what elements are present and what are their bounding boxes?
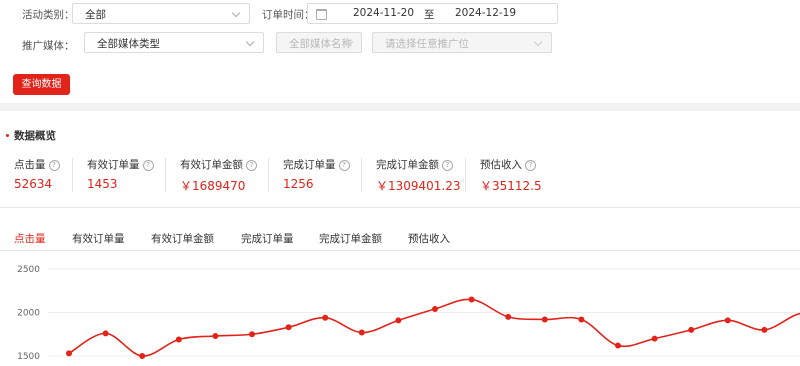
chevron-down-icon (245, 37, 255, 47)
overview-divider (0, 207, 800, 208)
chevron-down-icon (533, 37, 543, 47)
date-end[interactable]: 2024-12-19 (455, 7, 516, 19)
stat-clicks: 点击量? 52634 (14, 157, 60, 191)
title-bullet-icon (6, 134, 9, 137)
stat-completed-order-amount: 完成订单金额? ￥1309401.23 (376, 157, 461, 194)
stat-completed-orders: 完成订单量? 1256 (283, 157, 350, 191)
help-icon[interactable]: ? (246, 160, 257, 171)
stat-estimated-income: 预估收入? ￥35112.5 (480, 157, 542, 194)
activity-type-label: 活动类别： (22, 9, 75, 21)
stat-value: 52634 (14, 177, 53, 191)
data-point[interactable] (432, 306, 438, 313)
stat-value: 1256 (283, 177, 314, 191)
stat-value: ￥1689470 (180, 179, 246, 193)
overview-title: 数据概览 (14, 130, 56, 142)
promo-slot-select[interactable]: 请选择任意推广位 (372, 32, 552, 53)
data-point[interactable] (322, 314, 329, 321)
tab-valid-orders[interactable]: 有效订单量 (72, 231, 125, 246)
stat-label: 点击量 (14, 159, 46, 171)
stat-separator (268, 158, 269, 192)
tab-clicks[interactable]: 点击量 (14, 231, 46, 246)
help-icon[interactable]: ? (442, 160, 453, 171)
data-point[interactable] (285, 324, 292, 331)
stat-separator (165, 158, 166, 192)
media-type-value: 全部媒体类型 (97, 38, 160, 50)
promo-slot-placeholder: 请选择任意推广位 (385, 38, 469, 50)
stat-value: 1453 (87, 177, 118, 191)
data-point[interactable] (249, 331, 255, 338)
data-point[interactable] (175, 336, 182, 343)
stat-valid-order-amount: 有效订单金额? ￥1689470 (180, 157, 257, 194)
media-type-select[interactable]: 全部媒体类型 (84, 32, 264, 53)
stat-value: ￥1309401.23 (376, 179, 461, 193)
data-point[interactable] (724, 317, 731, 324)
stat-label: 有效订单量 (87, 159, 140, 171)
stat-label: 完成订单金额 (376, 159, 439, 171)
media-name-value: 全部媒体名称 (289, 38, 352, 50)
media-label: 推广媒体： (22, 40, 75, 52)
data-point[interactable] (468, 296, 475, 303)
chevron-down-icon (231, 8, 241, 18)
stat-separator (465, 158, 466, 192)
activity-type-value: 全部 (85, 9, 106, 21)
query-button[interactable]: 查询数据 (13, 74, 70, 95)
y-tick-label: 1500 (17, 352, 40, 362)
data-point[interactable] (395, 317, 402, 324)
stat-separator (72, 158, 73, 192)
data-point[interactable] (615, 342, 621, 349)
calendar-icon (316, 9, 327, 20)
media-name-select[interactable]: 全部媒体名称 (276, 32, 362, 53)
stat-separator (361, 158, 362, 192)
stat-label: 预估收入 (480, 159, 522, 171)
data-point[interactable] (578, 316, 585, 323)
data-point[interactable] (66, 350, 72, 357)
tab-valid-order-amount[interactable]: 有效订单金额 (151, 231, 214, 246)
tabs-divider (0, 250, 800, 251)
stat-label: 完成订单量 (283, 159, 336, 171)
date-separator: 至 (424, 9, 435, 21)
data-point[interactable] (102, 330, 109, 337)
stat-label: 有效订单金额 (180, 159, 243, 171)
data-point[interactable] (505, 313, 512, 320)
data-point[interactable] (358, 329, 365, 336)
help-icon[interactable]: ? (142, 160, 154, 171)
date-range-picker[interactable]: 2024-11-20 至 2024-12-19 (307, 3, 558, 24)
data-point[interactable] (212, 332, 219, 339)
tab-completed-order-amount[interactable]: 完成订单金额 (319, 231, 382, 246)
activity-type-select[interactable]: 全部 (72, 3, 250, 24)
date-start[interactable]: 2024-11-20 (353, 7, 414, 19)
stat-valid-orders: 有效订单量? 1453 (87, 157, 154, 191)
data-point[interactable] (761, 326, 768, 333)
y-tick-label: 2000 (17, 309, 40, 319)
help-icon[interactable]: ? (338, 160, 350, 171)
data-point[interactable] (688, 326, 695, 333)
data-point[interactable] (541, 316, 548, 323)
data-point[interactable] (139, 353, 146, 359)
tab-completed-orders[interactable]: 完成订单量 (241, 231, 294, 246)
help-icon[interactable]: ? (48, 160, 60, 171)
line-chart: 2500 2000 1500 (17, 265, 800, 362)
data-point[interactable] (651, 335, 658, 342)
y-tick-label: 2500 (17, 265, 40, 275)
help-icon[interactable]: ? (525, 160, 536, 171)
stat-value: ￥35112.5 (480, 179, 542, 193)
tab-estimated-income[interactable]: 预估收入 (408, 231, 450, 246)
section-divider (0, 103, 800, 111)
